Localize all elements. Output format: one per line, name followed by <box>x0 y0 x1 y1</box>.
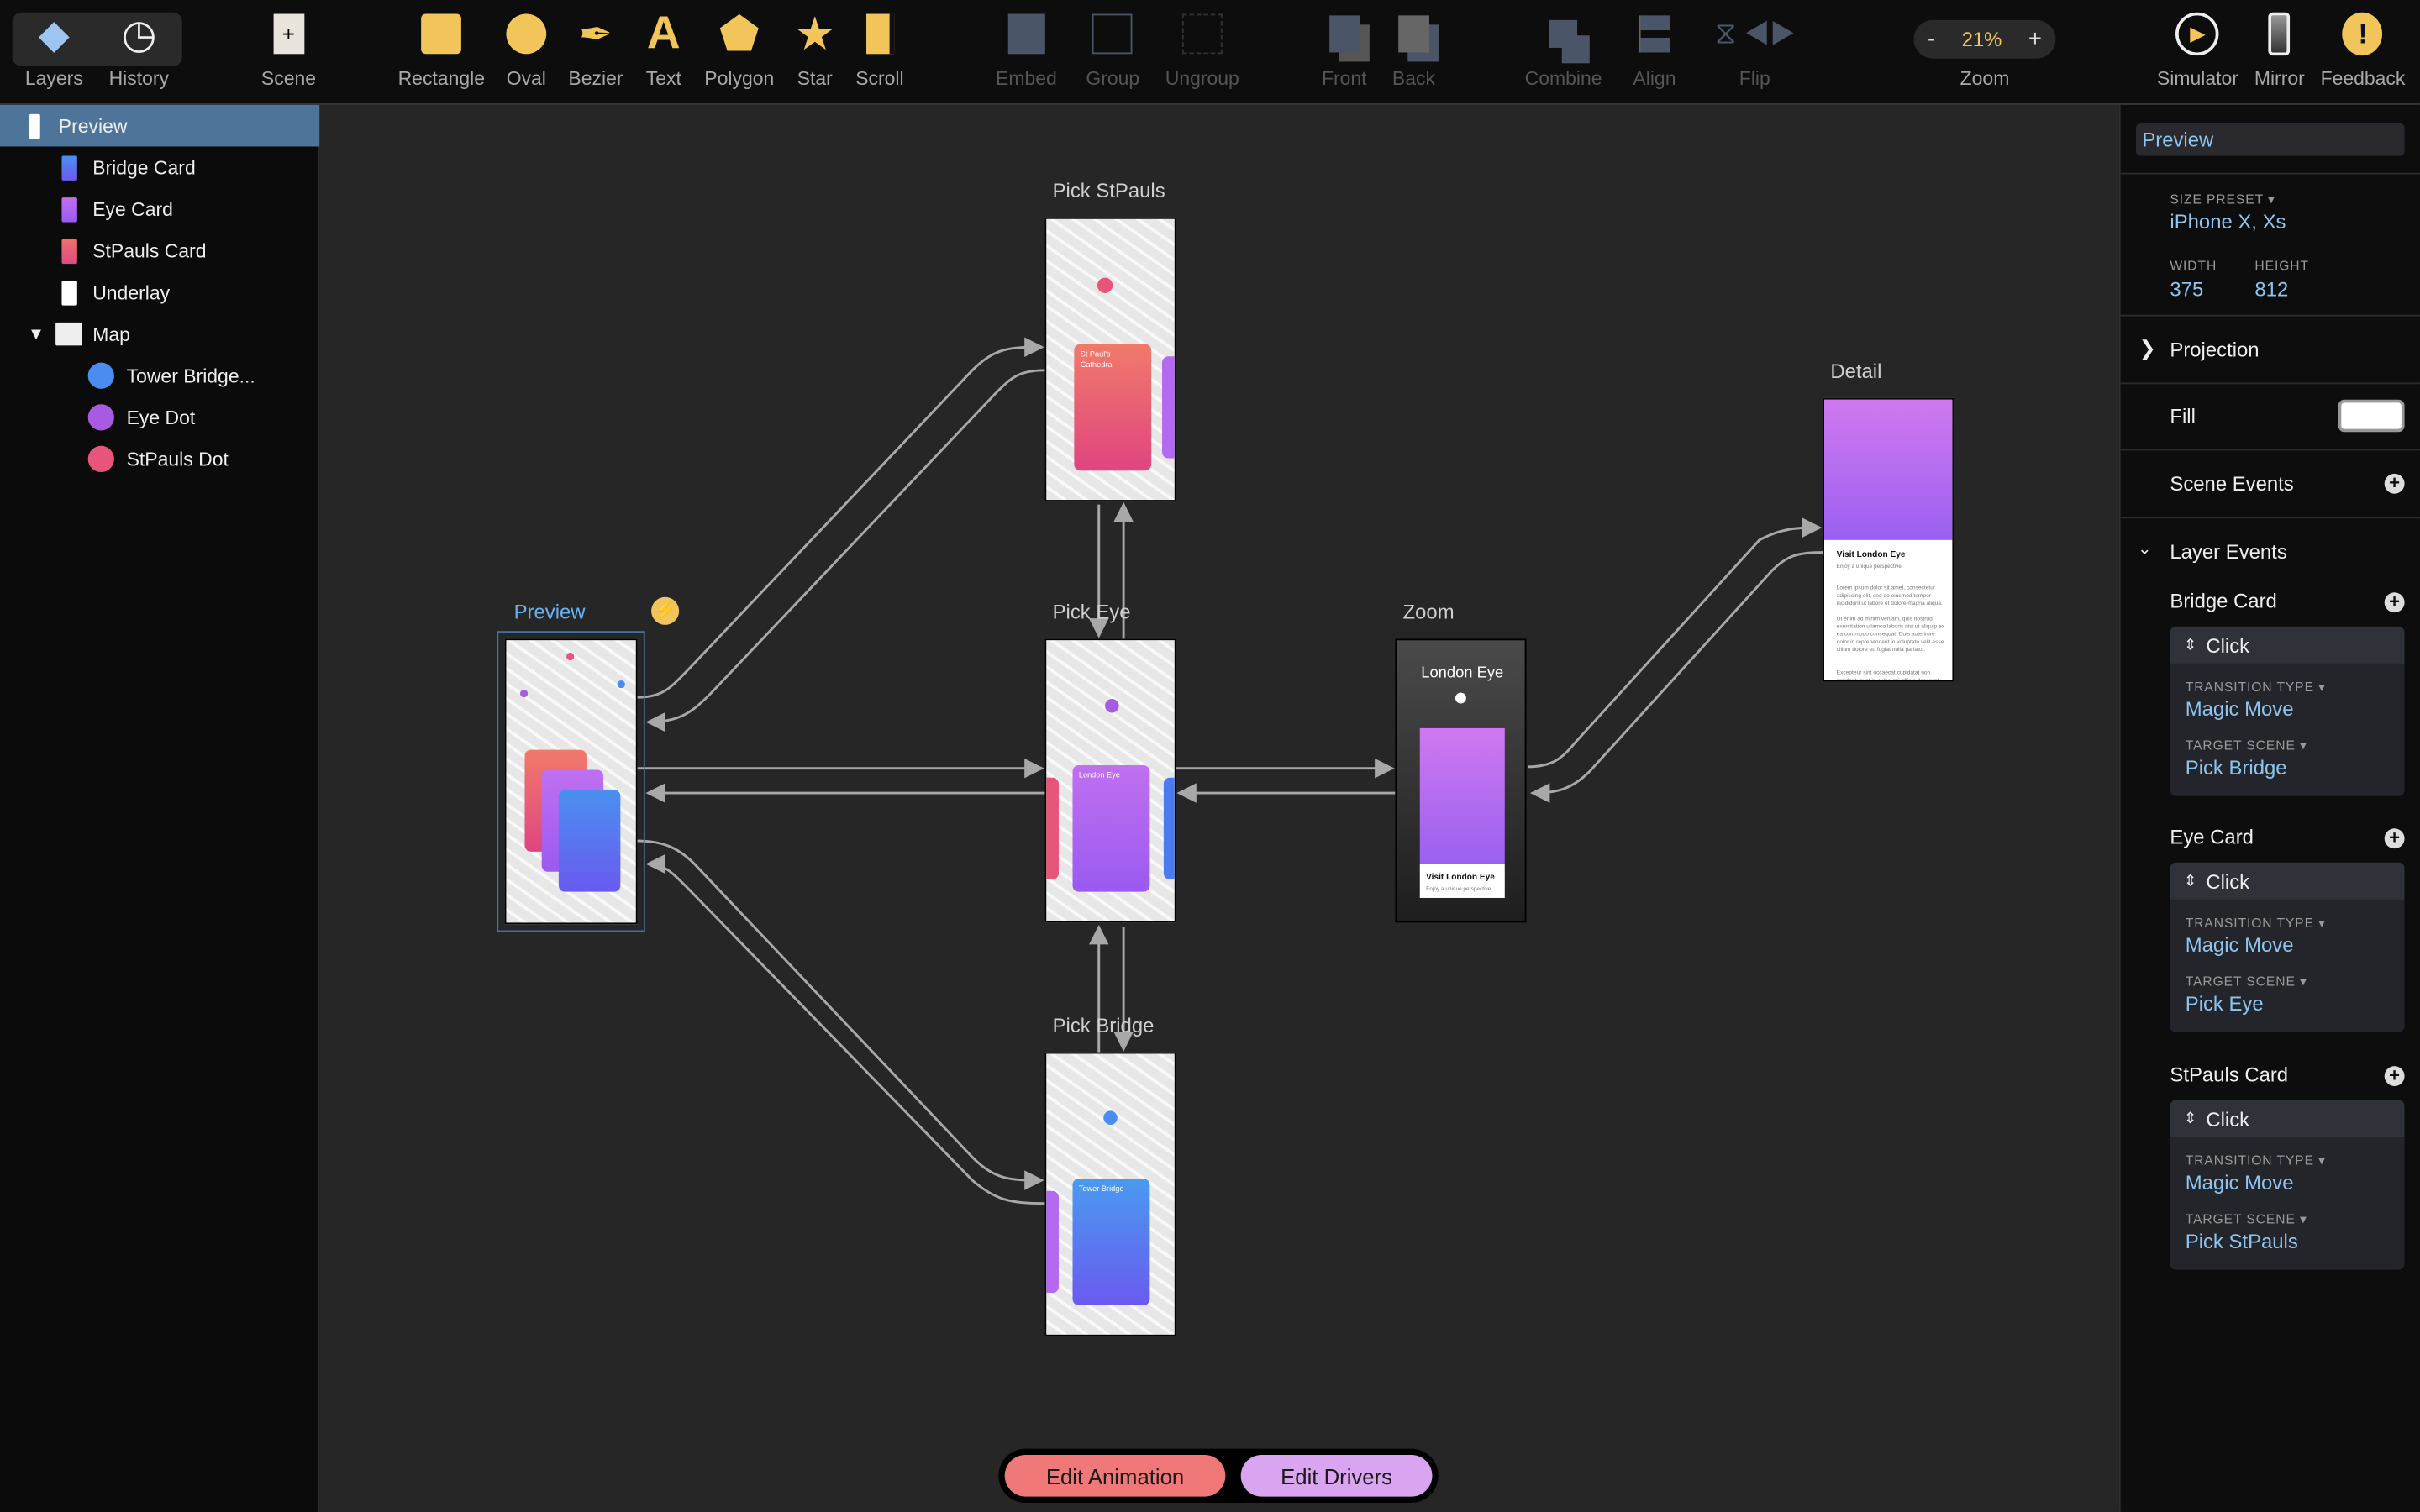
scene-pick-bridge[interactable]: Tower Bridge <box>1044 1052 1176 1336</box>
arrow-detail-to-zoom <box>1529 551 1823 803</box>
size-preset-dropdown[interactable]: SIZE PRESET ▾ <box>2170 192 2275 208</box>
stpauls-card: St Paul's Cathedral <box>1074 344 1152 471</box>
transition-type-value[interactable]: Magic Move <box>2186 1171 2294 1194</box>
transition-arrows <box>637 337 1823 1205</box>
lightning-badge-icon[interactable]: ⚡ <box>651 596 680 625</box>
eye-card <box>1046 1190 1059 1294</box>
mode-switcher: Edit Animation Edit Drivers <box>998 1448 1439 1503</box>
tower-bridge-dot <box>1103 1110 1118 1125</box>
eye-dot <box>1455 692 1466 704</box>
scene-detail[interactable]: Visit London Eye Enjoy a unique perspect… <box>1823 397 1954 682</box>
add-layer-event-icon[interactable]: + <box>2384 591 2405 613</box>
fill-color-swatch[interactable] <box>2338 399 2405 433</box>
trigger-dropdown[interactable]: ⇕ Click <box>2170 626 2405 664</box>
bridge-card <box>1163 777 1175 879</box>
add-layer-event-icon[interactable]: + <box>2384 1065 2405 1087</box>
transition-type-dropdown[interactable]: TRANSITION TYPE ▾ <box>2186 915 2326 932</box>
scene-preview[interactable] <box>504 638 638 925</box>
height-label: HEIGHT <box>2254 257 2309 274</box>
scene-events-label: Scene Events <box>2170 472 2294 496</box>
layer-event-block: ⇕ Click TRANSITION TYPE ▾ Magic Move TARG… <box>2170 626 2405 796</box>
layer-events-label: Layer Events <box>2170 539 2287 564</box>
stpauls-dot <box>566 652 575 661</box>
edit-animation-button[interactable]: Edit Animation <box>1004 1455 1226 1497</box>
scene-label-pick-bridge[interactable]: Pick Bridge <box>1053 1014 1155 1037</box>
width-label: WIDTH <box>2170 257 2217 274</box>
width-field[interactable]: 375 <box>2170 278 2203 302</box>
scene-pick-stpauls[interactable]: St Paul's Cathedral <box>1044 217 1176 501</box>
bridge-card: Tower Bridge <box>1072 1179 1150 1305</box>
inspector-panel: Preview SIZE PRESET ▾ iPhone X, Xs WIDTH… <box>2118 104 2420 1512</box>
chevron-right-icon[interactable]: ❯ <box>2139 336 2156 360</box>
up-down-chevron-icon: ⇕ <box>2183 636 2197 654</box>
divider <box>2120 382 2420 385</box>
target-scene-dropdown[interactable]: TARGET SCENE ▾ <box>2186 974 2307 990</box>
target-scene-value[interactable]: Pick Bridge <box>2186 756 2287 780</box>
divider <box>2120 449 2420 451</box>
scene-label-zoom[interactable]: Zoom <box>1403 600 1455 623</box>
edit-drivers-button[interactable]: Edit Drivers <box>1240 1455 1433 1497</box>
height-field[interactable]: 812 <box>2254 278 2288 302</box>
arrow-zoom-to-detail <box>1528 517 1823 769</box>
bridge-card <box>558 790 621 892</box>
arrow-preview-to-stpauls <box>637 337 1044 699</box>
scene-label-detail[interactable]: Detail <box>1830 360 1881 383</box>
stpauls-dot <box>1097 277 1113 293</box>
trigger-dropdown[interactable]: ⇕ Click <box>2170 862 2405 900</box>
up-down-chevron-icon: ⇕ <box>2183 872 2197 890</box>
scene-label-pick-eye[interactable]: Pick Eye <box>1053 600 1131 623</box>
scene-pick-eye[interactable]: London Eye <box>1044 638 1176 923</box>
london-eye-illustration <box>1823 399 1953 540</box>
add-layer-event-icon[interactable]: + <box>2384 827 2405 849</box>
fill-label: Fill <box>2170 404 2196 428</box>
target-scene-dropdown[interactable]: TARGET SCENE ▾ <box>2186 738 2307 754</box>
size-preset-value[interactable]: iPhone X, Xs <box>2170 210 2286 234</box>
target-scene-value[interactable]: Pick StPauls <box>2186 1230 2298 1253</box>
target-scene-value[interactable]: Pick Eye <box>2186 992 2264 1016</box>
layer-event-block: ⇕ Click TRANSITION TYPE ▾ Magic Move TARG… <box>2170 862 2405 1032</box>
scene-label-pick-stpauls[interactable]: Pick StPauls <box>1053 179 1165 202</box>
eye-card <box>1162 356 1175 459</box>
add-scene-event-icon[interactable]: + <box>2384 473 2405 494</box>
target-scene-dropdown[interactable]: TARGET SCENE ▾ <box>2186 1211 2307 1228</box>
projection-section[interactable]: Projection <box>2170 338 2259 361</box>
scene-label-preview[interactable]: Preview <box>514 600 586 623</box>
eye-card: London Eye <box>1072 765 1150 892</box>
eye-dot <box>1105 699 1119 713</box>
transition-type-dropdown[interactable]: TRANSITION TYPE ▾ <box>2186 679 2326 696</box>
layer-event-target: Bridge Card <box>2170 589 2277 613</box>
chevron-down-icon[interactable]: ⌄ <box>2138 538 2152 559</box>
arrow-stpauls-to-preview <box>645 369 1045 732</box>
layer-event-block: ⇕ Click TRANSITION TYPE ▾ Magic Move TARG… <box>2170 1100 2405 1270</box>
transition-type-value[interactable]: Magic Move <box>2186 933 2294 957</box>
transition-type-dropdown[interactable]: TRANSITION TYPE ▾ <box>2186 1152 2326 1169</box>
divider <box>2120 172 2420 175</box>
arrow-preview-to-bridge <box>637 839 1044 1190</box>
divider <box>2120 314 2420 317</box>
divider <box>2120 517 2420 519</box>
trigger-dropdown[interactable]: ⇕ Click <box>2170 1100 2405 1137</box>
tower-bridge-dot <box>617 680 625 689</box>
scene-zoom[interactable]: London Eye Visit London Eye Enjoy a uniq… <box>1395 638 1527 923</box>
up-down-chevron-icon: ⇕ <box>2183 1110 2197 1127</box>
arrow-bridge-to-preview <box>645 853 1045 1205</box>
transition-type-value[interactable]: Magic Move <box>2186 697 2294 721</box>
eye-dot <box>519 690 529 698</box>
layer-event-target: StPauls Card <box>2170 1063 2289 1087</box>
stpauls-card <box>1046 777 1059 879</box>
scene-name-field[interactable]: Preview <box>2135 123 2405 156</box>
eye-card-expanded: Visit London Eye Enjoy a unique perspect… <box>1419 727 1505 898</box>
layer-event-target: Eye Card <box>2170 825 2254 849</box>
